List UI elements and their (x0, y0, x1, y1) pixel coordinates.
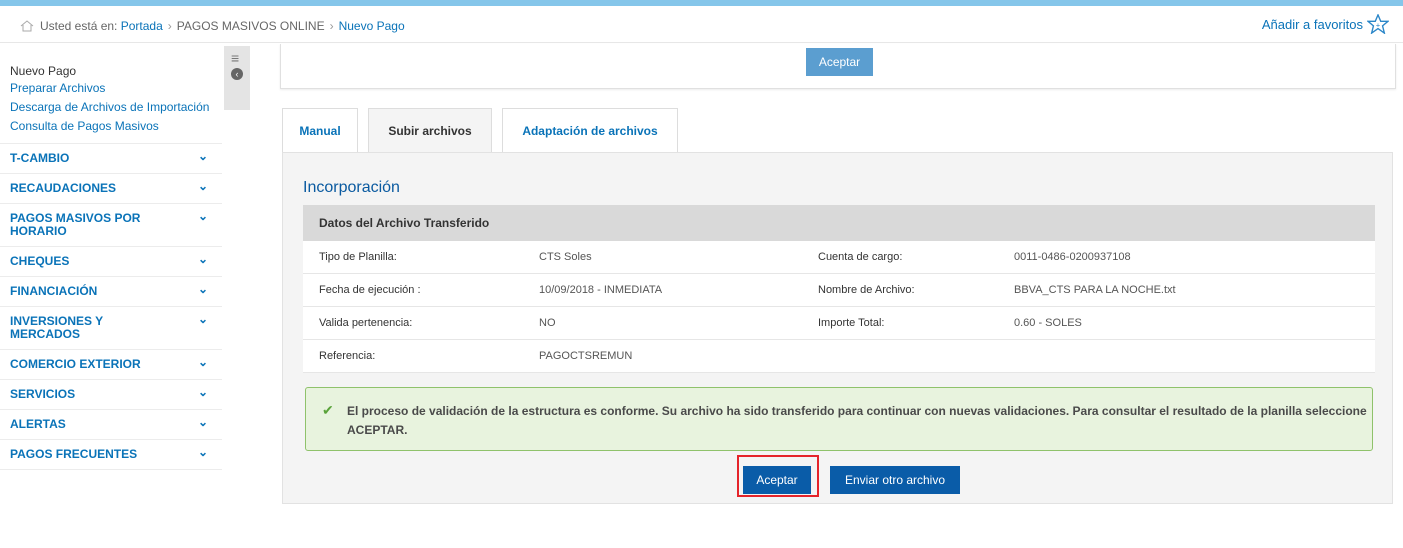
chevron-down-icon: ⌄ (197, 252, 208, 266)
sidebar-item-t-cambio[interactable]: T-CAMBIO ⌄ (0, 144, 222, 174)
chevron-down-icon: ⌄ (197, 209, 208, 223)
tab-manual[interactable]: Manual (282, 108, 358, 152)
field-value: NO (539, 317, 556, 329)
svg-text:+: + (1376, 21, 1380, 30)
sidebar-item-pagos-frecuentes[interactable]: PAGOS FRECUENTES ⌄ (0, 440, 222, 470)
field-value: 0011-0486-0200937108 (1014, 251, 1131, 263)
header-divider (0, 42, 1403, 43)
sidebar-collapse-toggle[interactable]: ≡ ‹ (224, 46, 250, 110)
sidebar-item-label: PAGOS FRECUENTES (10, 447, 138, 461)
table-header: Datos del Archivo Transferido (303, 205, 1375, 241)
check-icon: ✔ (322, 402, 334, 418)
sidebar-menu: T-CAMBIO ⌄ RECAUDACIONES ⌄ PAGOS MASIVOS P… (0, 143, 222, 470)
breadcrumb-portada[interactable]: Portada (121, 19, 163, 33)
accept-button[interactable]: Aceptar (743, 466, 811, 494)
sidebar-item-cheques[interactable]: CHEQUES ⌄ (0, 247, 222, 277)
sidebar-item-servicios[interactable]: SERVICIOS ⌄ (0, 380, 222, 410)
sidebar-item-label: T-CAMBIO (10, 151, 70, 165)
chevron-down-icon: ⌄ (197, 179, 208, 193)
sidebar-item-label: INVERSIONES Y MERCADOS (10, 314, 103, 341)
sidebar-header: Nuevo Pago Preparar Archivos Descarga de… (0, 46, 222, 133)
sidebar-item-financiacion[interactable]: FINANCIACIÓN ⌄ (0, 277, 222, 307)
breadcrumb-prefix: Usted está en: (40, 19, 118, 33)
home-icon (20, 20, 34, 32)
field-value: BBVA_CTS PARA LA NOCHE.txt (1014, 284, 1176, 296)
field-value: PAGOCTSREMUN (539, 350, 633, 362)
success-message: El proceso de validación de la estructur… (347, 404, 1367, 437)
table-row: Fecha de ejecución : 10/09/2018 - INMEDI… (303, 274, 1375, 307)
chevron-down-icon: ⌄ (197, 282, 208, 296)
field-label: Importe Total: (818, 317, 885, 329)
favorites-label: Añadir a favoritos (1261, 16, 1363, 32)
sidebar-item-label: COMERCIO EXTERIOR (10, 357, 141, 371)
tab-adaptacion-archivos[interactable]: Adaptación de archivos (502, 108, 678, 152)
field-label: Referencia: (319, 350, 376, 362)
chevron-left-icon: ‹ (231, 68, 243, 80)
table-row: Referencia: PAGOCTSREMUN (303, 340, 1375, 373)
sidebar-item-alertas[interactable]: ALERTAS ⌄ (0, 410, 222, 440)
sidebar-link-preparar-archivos[interactable]: Preparar Archivos (10, 81, 212, 95)
sidebar-link-descarga-archivos[interactable]: Descarga de Archivos de Importación (10, 100, 212, 114)
sidebar-title: Nuevo Pago (10, 64, 77, 78)
sidebar-item-pagos-masivos-horario[interactable]: PAGOS MASIVOS POR HORARIO ⌄ (0, 204, 222, 247)
breadcrumb-current[interactable]: Nuevo Pago (339, 19, 405, 33)
breadcrumb-separator-icon: › (329, 19, 334, 33)
sidebar: Nuevo Pago Preparar Archivos Descarga de… (0, 46, 222, 470)
table-row: Tipo de Planilla: CTS Soles Cuenta de ca… (303, 241, 1375, 274)
sidebar-item-label: SERVICIOS (10, 387, 76, 401)
sidebar-item-recaudaciones[interactable]: RECAUDACIONES ⌄ (0, 174, 222, 204)
tab-bar: Manual Subir archivos Adaptación de arch… (282, 108, 688, 152)
top-accent-bar (0, 0, 1403, 6)
field-label: Fecha de ejecución : (319, 284, 421, 296)
sidebar-link-consulta-pagos[interactable]: Consulta de Pagos Masivos (10, 119, 212, 133)
sidebar-item-label: PAGOS MASIVOS POR HORARIO (10, 211, 141, 238)
star-icon: + (1367, 14, 1389, 34)
sidebar-item-label: CHEQUES (10, 254, 70, 268)
top-action-panel: Aceptar (280, 44, 1396, 89)
chevron-down-icon: ⌄ (197, 312, 208, 326)
field-label: Valida pertenencia: (319, 317, 413, 329)
menu-icon: ≡ (231, 50, 240, 66)
sidebar-item-label: ALERTAS (10, 417, 66, 431)
field-value: CTS Soles (539, 251, 592, 263)
success-alert: ✔ El proceso de validación de la estruct… (305, 387, 1373, 451)
upload-panel: Incorporación Datos del Archivo Transfer… (282, 152, 1393, 504)
top-accept-button[interactable]: Aceptar (806, 48, 873, 76)
transfer-data-table: Datos del Archivo Transferido Tipo de Pl… (303, 205, 1375, 373)
breadcrumb: Usted está en: Portada › PAGOS MASIVOS O… (20, 14, 405, 38)
field-value: 10/09/2018 - INMEDIATA (539, 284, 663, 296)
tab-subir-archivos[interactable]: Subir archivos (368, 108, 492, 152)
field-label: Nombre de Archivo: (818, 284, 915, 296)
sidebar-item-inversiones[interactable]: INVERSIONES Y MERCADOS ⌄ (0, 307, 222, 350)
chevron-down-icon: ⌄ (197, 385, 208, 399)
send-other-file-button[interactable]: Enviar otro archivo (830, 466, 960, 494)
chevron-down-icon: ⌄ (197, 445, 208, 459)
chevron-down-icon: ⌄ (197, 355, 208, 369)
breadcrumb-section: PAGOS MASIVOS ONLINE (176, 19, 325, 33)
field-label: Tipo de Planilla: (319, 251, 397, 263)
field-value: 0.60 - SOLES (1014, 317, 1082, 329)
sidebar-item-label: RECAUDACIONES (10, 181, 117, 195)
sidebar-item-label: FINANCIACIÓN (10, 284, 98, 298)
chevron-down-icon: ⌄ (197, 149, 208, 163)
sidebar-item-comercio-exterior[interactable]: COMERCIO EXTERIOR ⌄ (0, 350, 222, 380)
chevron-down-icon: ⌄ (197, 415, 208, 429)
section-title: Incorporación (303, 179, 400, 196)
breadcrumb-separator-icon: › (167, 19, 172, 33)
add-favorites-link[interactable]: Añadir a favoritos + (1262, 14, 1389, 34)
table-row: Valida pertenencia: NO Importe Total: 0.… (303, 307, 1375, 340)
field-label: Cuenta de cargo: (818, 251, 903, 263)
